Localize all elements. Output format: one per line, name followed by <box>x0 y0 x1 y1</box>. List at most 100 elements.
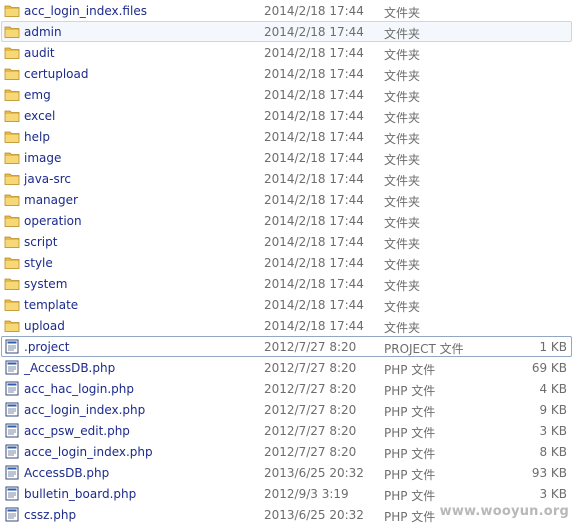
item-type: 文件夹 <box>384 321 421 335</box>
folder-row[interactable]: emg 2014/2/18 17:44 文件夹 <box>1 84 572 105</box>
item-name: template <box>24 298 79 312</box>
item-type: PROJECT 文件 <box>384 342 464 356</box>
folder-row[interactable]: upload 2014/2/18 17:44 文件夹 <box>1 315 572 336</box>
folder-row[interactable]: image 2014/2/18 17:44 文件夹 <box>1 147 572 168</box>
item-date: 2013/6/25 20:32 <box>264 466 364 480</box>
item-type: 文件夹 <box>384 90 421 104</box>
item-type: PHP 文件 <box>384 405 436 419</box>
file-row[interactable]: bulletin_board.php 2012/9/3 3:19 PHP 文件 3 K… <box>1 483 572 504</box>
item-date: 2014/2/18 17:44 <box>264 172 364 186</box>
item-name: .project <box>24 340 70 354</box>
folder-row[interactable]: certupload 2014/2/18 17:44 文件夹 <box>1 63 572 84</box>
folder-row[interactable]: admin 2014/2/18 17:44 文件夹 <box>1 21 572 42</box>
item-name: style <box>24 256 53 270</box>
folder-icon <box>4 26 20 38</box>
item-date: 2012/9/3 3:19 <box>264 487 349 501</box>
item-name: AccessDB.php <box>24 466 110 480</box>
item-type: 文件夹 <box>384 237 421 251</box>
item-size: 8 KB <box>539 445 567 459</box>
item-name: _AccessDB.php <box>24 361 116 375</box>
item-type: PHP 文件 <box>384 489 436 503</box>
item-name: acce_login_index.php <box>24 445 153 459</box>
folder-row[interactable]: java-src 2014/2/18 17:44 文件夹 <box>1 168 572 189</box>
folder-row[interactable]: acc_login_index.files 2014/2/18 17:44 文件夹 <box>1 0 572 21</box>
item-name: help <box>24 130 50 144</box>
item-size: 9 KB <box>539 403 567 417</box>
item-name: acc_login_index.files <box>24 4 147 18</box>
folder-row[interactable]: audit 2014/2/18 17:44 文件夹 <box>1 42 572 63</box>
item-type: 文件夹 <box>384 279 421 293</box>
folder-icon <box>4 5 20 17</box>
file-icon <box>5 360 19 375</box>
folder-icon <box>4 173 20 185</box>
folder-row[interactable]: system 2014/2/18 17:44 文件夹 <box>1 273 572 294</box>
folder-row[interactable]: help 2014/2/18 17:44 文件夹 <box>1 126 572 147</box>
item-type: 文件夹 <box>384 27 421 41</box>
file-icon <box>5 444 19 459</box>
file-icon <box>5 402 19 417</box>
item-date: 2014/2/18 17:44 <box>264 214 364 228</box>
item-size: 4 KB <box>539 382 567 396</box>
folder-icon <box>4 47 20 59</box>
item-type: 文件夹 <box>384 258 421 272</box>
item-name: acc_login_index.php <box>24 403 146 417</box>
item-name: admin <box>24 25 62 39</box>
item-type: 文件夹 <box>384 132 421 146</box>
item-date: 2014/2/18 17:44 <box>264 319 364 333</box>
folder-row[interactable]: excel 2014/2/18 17:44 文件夹 <box>1 105 572 126</box>
file-icon <box>5 465 19 480</box>
item-date: 2014/2/18 17:44 <box>264 151 364 165</box>
item-date: 2014/2/18 17:44 <box>264 67 364 81</box>
item-type: 文件夹 <box>384 48 421 62</box>
item-date: 2013/6/25 20:32 <box>264 508 364 522</box>
folder-icon <box>4 257 20 269</box>
folder-icon <box>4 110 20 122</box>
folder-row[interactable]: script 2014/2/18 17:44 文件夹 <box>1 231 572 252</box>
file-row[interactable]: AccessDB.php 2013/6/25 20:32 PHP 文件 93 KB <box>1 462 572 483</box>
item-type: PHP 文件 <box>384 447 436 461</box>
item-date: 2014/2/18 17:44 <box>264 25 364 39</box>
item-type: PHP 文件 <box>384 510 436 524</box>
watermark: www.wooyun.org <box>439 504 569 519</box>
item-date: 2014/2/18 17:44 <box>264 88 364 102</box>
item-name: image <box>24 151 62 165</box>
item-name: manager <box>24 193 78 207</box>
folder-row[interactable]: manager 2014/2/18 17:44 文件夹 <box>1 189 572 210</box>
file-icon <box>5 507 19 522</box>
item-type: 文件夹 <box>384 6 421 20</box>
item-name: operation <box>24 214 82 228</box>
item-name: emg <box>24 88 51 102</box>
item-type: 文件夹 <box>384 216 421 230</box>
item-type: PHP 文件 <box>384 363 436 377</box>
file-row[interactable]: acc_psw_edit.php 2012/7/27 8:20 PHP 文件 3 KB <box>1 420 572 441</box>
item-date: 2014/2/18 17:44 <box>264 277 364 291</box>
item-size: 3 KB <box>539 424 567 438</box>
item-date: 2012/7/27 8:20 <box>264 361 357 375</box>
folder-row[interactable]: template 2014/2/18 17:44 文件夹 <box>1 294 572 315</box>
item-name: certupload <box>24 67 89 81</box>
file-row[interactable]: acc_hac_login.php 2012/7/27 8:20 PHP 文件 4 K… <box>1 378 572 399</box>
item-date: 2012/7/27 8:20 <box>264 382 357 396</box>
folder-row[interactable]: operation 2014/2/18 17:44 文件夹 <box>1 210 572 231</box>
file-row[interactable]: acce_login_index.php 2012/7/27 8:20 PHP 文件… <box>1 441 572 462</box>
file-row[interactable]: acc_login_index.php 2012/7/27 8:20 PHP 文件 9… <box>1 399 572 420</box>
file-row[interactable]: _AccessDB.php 2012/7/27 8:20 PHP 文件 69 KB <box>1 357 572 378</box>
item-name: system <box>24 277 68 291</box>
item-date: 2014/2/18 17:44 <box>264 298 364 312</box>
item-type: PHP 文件 <box>384 426 436 440</box>
item-size: 69 KB <box>531 361 567 375</box>
item-date: 2014/2/18 17:44 <box>264 193 364 207</box>
item-type: 文件夹 <box>384 69 421 83</box>
item-type: PHP 文件 <box>384 384 436 398</box>
item-type: PHP 文件 <box>384 468 436 482</box>
item-date: 2012/7/27 8:20 <box>264 445 357 459</box>
item-name: java-src <box>24 172 71 186</box>
item-date: 2012/7/27 8:20 <box>264 403 357 417</box>
folder-row[interactable]: style 2014/2/18 17:44 文件夹 <box>1 252 572 273</box>
item-name: audit <box>24 46 55 60</box>
item-type: 文件夹 <box>384 111 421 125</box>
folder-icon <box>4 215 20 227</box>
file-row[interactable]: .project 2012/7/27 8:20 PROJECT 文件 1 KB <box>1 336 572 357</box>
item-type: 文件夹 <box>384 153 421 167</box>
file-icon <box>5 381 19 396</box>
